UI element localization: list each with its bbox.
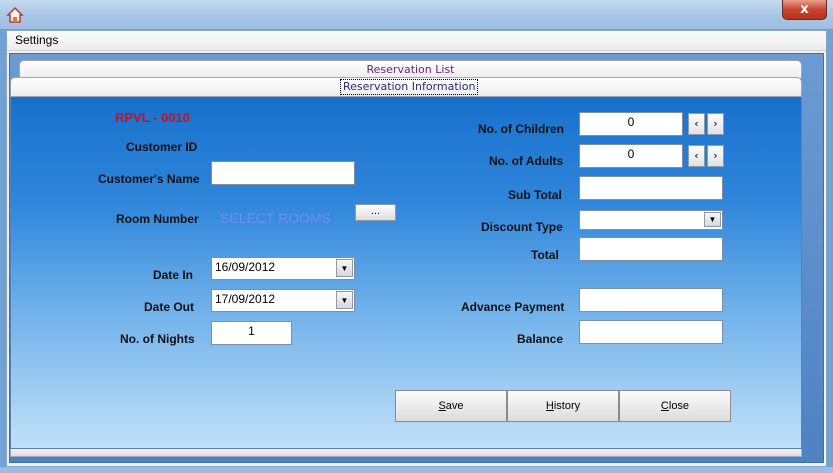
- chevron-left-icon[interactable]: ‹: [688, 145, 705, 167]
- chevron-right-icon[interactable]: ›: [707, 113, 724, 135]
- children-field[interactable]: 0: [579, 112, 683, 136]
- room-browse-button[interactable]: ...: [355, 204, 396, 221]
- reservation-form-panel: RPVL - 0010 Customer ID Customer's Name …: [10, 97, 802, 449]
- save-button[interactable]: Save: [395, 390, 507, 422]
- app-window: Settings Reservation List Reservation In…: [6, 30, 827, 467]
- children-label: No. of Children: [478, 122, 564, 136]
- discount-type-label: Discount Type: [481, 220, 563, 234]
- date-in-label: Date In: [153, 268, 194, 282]
- close-button[interactable]: Close: [619, 390, 731, 422]
- date-in-value: 16/09/2012: [215, 260, 276, 274]
- tab-reservation-information[interactable]: Reservation Information: [340, 79, 479, 95]
- sub-total-label: Sub Total: [508, 188, 562, 202]
- window-bottom-border: [0, 467, 833, 473]
- date-in-picker[interactable]: 16/09/2012 ▼: [211, 257, 355, 280]
- history-button[interactable]: History: [507, 390, 619, 422]
- chevron-down-icon[interactable]: ▼: [704, 212, 721, 227]
- advance-payment-field[interactable]: [579, 288, 723, 312]
- total-field[interactable]: [579, 237, 723, 261]
- advance-payment-label: Advance Payment: [461, 300, 565, 314]
- chevron-left-icon[interactable]: ‹: [688, 113, 705, 135]
- chevron-down-icon[interactable]: ▼: [336, 291, 353, 309]
- adults-label: No. of Adults: [489, 154, 564, 168]
- customer-name-field[interactable]: [211, 161, 355, 185]
- nights-label: No. of Nights: [120, 332, 195, 346]
- menu-settings[interactable]: Settings: [10, 33, 63, 48]
- window-close-button[interactable]: x: [782, 0, 827, 20]
- tab-reservation-list[interactable]: Reservation List: [19, 60, 802, 78]
- sub-total-field[interactable]: [579, 176, 723, 200]
- date-out-label: Date Out: [144, 300, 195, 314]
- select-rooms-link[interactable]: SELECT ROOMS: [220, 210, 331, 226]
- client-area: Reservation List Reservation Information…: [9, 53, 824, 463]
- adults-field[interactable]: 0: [579, 144, 683, 168]
- chevron-down-icon[interactable]: ▼: [336, 259, 353, 277]
- date-out-picker[interactable]: 17/09/2012 ▼: [211, 289, 355, 312]
- chevron-right-icon[interactable]: ›: [707, 145, 724, 167]
- room-number-label: Room Number: [116, 212, 199, 226]
- nights-field[interactable]: 1: [211, 321, 292, 345]
- total-label: Total: [531, 248, 559, 262]
- customer-name-label: Customer's Name: [98, 172, 200, 186]
- balance-field[interactable]: [579, 320, 723, 344]
- tab-strip: Reservation Information: [10, 77, 802, 97]
- balance-label: Balance: [517, 332, 564, 346]
- home-icon: [6, 6, 24, 23]
- title-bar: x: [0, 0, 833, 30]
- panel-bottom-border: [10, 449, 802, 457]
- reservation-code: RPVL - 0010: [115, 110, 190, 125]
- customer-id-label: Customer ID: [126, 140, 198, 154]
- date-out-value: 17/09/2012: [215, 292, 276, 306]
- menu-bar: Settings: [7, 31, 826, 51]
- discount-type-select[interactable]: ▼: [579, 210, 723, 230]
